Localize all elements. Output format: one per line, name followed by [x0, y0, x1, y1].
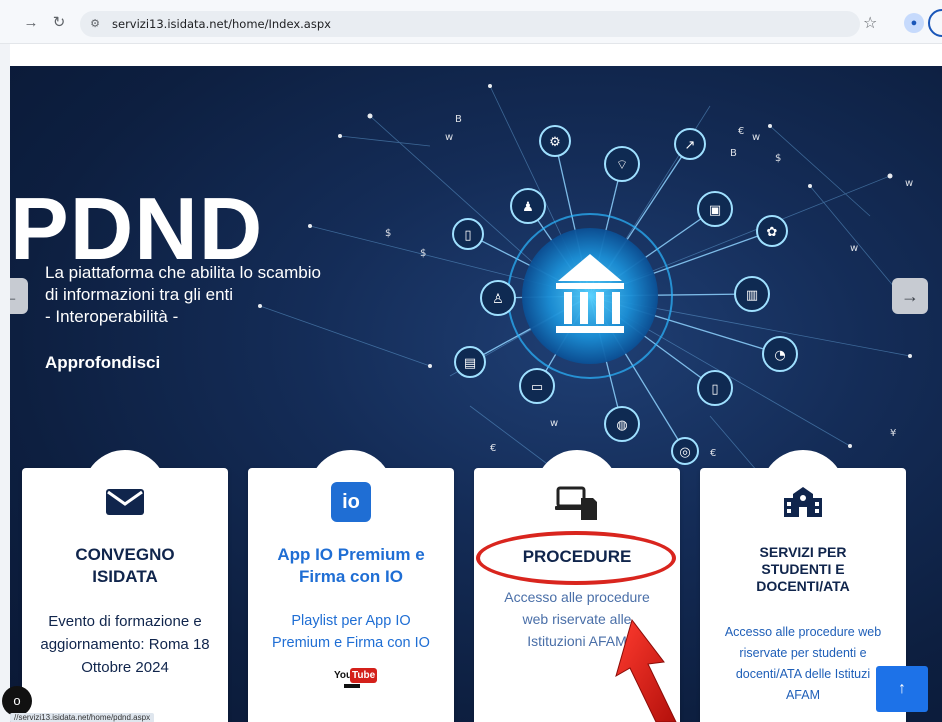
card-text-line: Premium e Firma con IO [272, 635, 430, 651]
svg-text:↗: ↗ [685, 138, 696, 153]
svg-text:▯: ▯ [464, 228, 471, 243]
hero-approfondisci-link[interactable]: Approfondisci [45, 353, 160, 373]
carousel-prev-button[interactable]: ← [10, 278, 28, 314]
card-title-line: SERVIZI PER [759, 544, 847, 560]
svg-text:▭: ▭ [531, 380, 543, 395]
card-title-line: CONVEGNO [75, 545, 175, 564]
card-title: CONVEGNO ISIDATA [22, 544, 228, 588]
svg-text:$: $ [420, 248, 426, 259]
devices-icon [474, 480, 680, 524]
reload-icon[interactable]: ↻ [50, 14, 68, 32]
site-settings-icon[interactable]: ⚙ [88, 17, 102, 31]
arrow-left-icon: ← [10, 286, 19, 306]
card-text-line: Ottobre 2024 [81, 659, 169, 676]
svg-text:w: w [445, 132, 453, 143]
status-bar-url: //servizi13.isidata.net/home/pdnd.aspx [10, 713, 155, 722]
svg-text:B: B [730, 148, 737, 159]
carousel-next-button[interactable]: → [892, 278, 928, 314]
page-header-strip [10, 44, 942, 66]
page-left-edge [0, 44, 10, 722]
extension-button[interactable] [928, 9, 942, 37]
svg-text:$: $ [385, 228, 391, 239]
app-io-icon-label: io [331, 482, 371, 522]
svg-text:◎: ◎ [679, 445, 690, 460]
bookmark-star-icon[interactable]: ☆ [863, 13, 877, 33]
card-title: App IO Premium e Firma con IO [248, 544, 454, 588]
svg-text:w: w [850, 243, 858, 254]
address-url[interactable]: servizi13.isidata.net/home/Index.aspx [112, 17, 331, 31]
browser-toolbar: → ↻ ⚙ servizi13.isidata.net/home/Index.a… [0, 0, 942, 44]
card-text-line: Playlist per App IO [291, 613, 411, 629]
svg-text:⌔: ⌔ [616, 158, 628, 173]
forward-arrow-icon[interactable]: → [22, 14, 40, 32]
highlight-ellipse [476, 531, 676, 585]
svg-text:◔: ◔ [774, 348, 785, 363]
card-title-line: ISIDATA [92, 567, 158, 586]
svg-text:w: w [905, 178, 913, 189]
hero-line-3: - Interoperabilità - [45, 307, 179, 326]
school-icon [700, 480, 906, 524]
back-to-top-button[interactable]: ↑ [876, 666, 928, 712]
svg-text:¥: ¥ [890, 428, 896, 439]
card-text-line: riservate per studenti e [739, 646, 867, 660]
youtube-playlist-logo[interactable]: You Tube [334, 668, 378, 688]
svg-text:▤: ▤ [464, 356, 476, 371]
svg-text:⚙: ⚙ [549, 135, 561, 150]
svg-text:w: w [550, 418, 558, 429]
card-title-line: App IO Premium e [277, 545, 425, 564]
card-text-line: Accesso alle procedure web [724, 625, 882, 639]
address-bar[interactable]: ⚙ servizi13.isidata.net/home/Index.aspx [80, 11, 860, 37]
card-title-line: STUDENTI E [761, 561, 845, 577]
youtube-playlist-bar [344, 684, 360, 688]
svg-text:w: w [752, 132, 760, 143]
hero-line-2: di informazioni tra gli enti [45, 285, 234, 304]
card-description: Playlist per App IO Premium e Firma con … [248, 610, 454, 654]
svg-text:▣: ▣ [709, 203, 721, 218]
svg-text:◍: ◍ [616, 418, 627, 433]
card-convegno[interactable]: CONVEGNO ISIDATA Evento di formazione e … [22, 450, 228, 722]
svg-text:€: € [738, 126, 744, 137]
card-text-line: aggiornamento: Roma 18 [40, 636, 210, 653]
arrow-right-icon: → [901, 286, 919, 306]
accessibility-button[interactable]: o [2, 686, 32, 716]
envelope-icon [22, 480, 228, 524]
card-description: Evento di formazione e aggiornamento: Ro… [22, 610, 228, 679]
svg-text:♟: ♟ [522, 200, 534, 215]
svg-text:♙: ♙ [492, 292, 504, 307]
hero-line-1: La piattaforma che abilita lo scambio [45, 263, 321, 282]
arrow-up-icon: ↑ [898, 680, 906, 697]
accessibility-icon: o [13, 693, 21, 708]
svg-text:€: € [490, 443, 496, 454]
hero-title: PDND [10, 179, 264, 278]
card-title-line: Firma con IO [299, 567, 403, 586]
card-app-io[interactable]: io App IO Premium e Firma con IO Playlis… [248, 450, 454, 722]
svg-text:✿: ✿ [767, 225, 778, 240]
card-text-line: Evento di formazione e [48, 613, 202, 630]
card-text-line: Accesso alle procedure [504, 589, 650, 605]
profile-avatar-icon[interactable]: ● [904, 13, 924, 33]
svg-text:▥: ▥ [746, 288, 758, 303]
youtube-tube-text: Tube [350, 668, 378, 683]
hero-description: La piattaforma che abilita lo scambio di… [45, 262, 321, 328]
svg-text:▯: ▯ [711, 382, 718, 397]
card-title-line: DOCENTI/ATA [756, 578, 850, 594]
card-title: SERVIZI PER STUDENTI E DOCENTI/ATA [700, 544, 906, 595]
svg-text:B: B [455, 114, 462, 125]
svg-text:€: € [710, 448, 716, 459]
app-io-icon: io [248, 480, 454, 524]
red-pointer-arrow-icon [615, 618, 677, 722]
svg-text:$: $ [775, 153, 781, 164]
